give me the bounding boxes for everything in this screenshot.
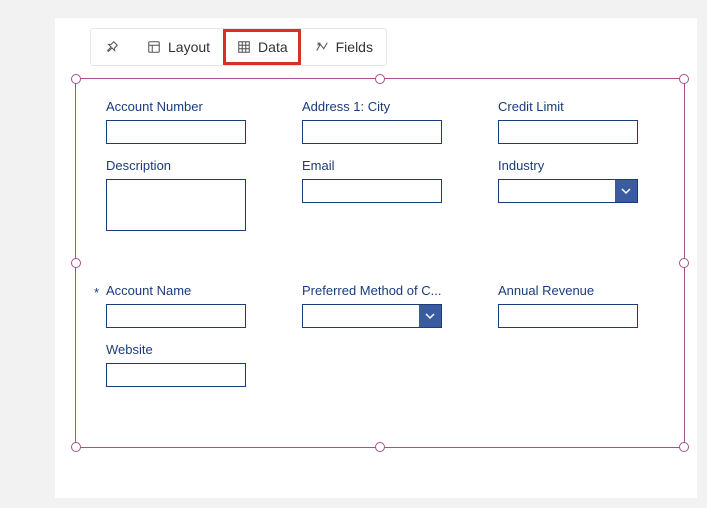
label-credit-limit: Credit Limit	[498, 99, 664, 114]
fields-tab-label: Fields	[336, 39, 373, 55]
input-account-number[interactable]	[106, 120, 246, 144]
field-credit-limit[interactable]: Credit Limit	[498, 99, 664, 144]
label-annual-revenue: Annual Revenue	[498, 283, 664, 298]
data-tab[interactable]: Data	[223, 29, 301, 65]
field-address-city[interactable]: Address 1: City	[302, 99, 468, 144]
select-preferred-method[interactable]	[302, 304, 442, 328]
form-grid: Account Number Address 1: City Credit Li…	[76, 79, 684, 397]
field-account-number[interactable]: Account Number	[106, 99, 272, 144]
chevron-down-icon	[419, 305, 441, 327]
label-account-number: Account Number	[106, 99, 272, 114]
fields-tab[interactable]: Fields	[301, 29, 386, 65]
layout-icon	[146, 39, 162, 55]
field-industry[interactable]: Industry	[498, 158, 664, 231]
input-description[interactable]	[106, 179, 246, 231]
chevron-down-icon	[615, 180, 637, 202]
label-account-name: Account Name	[106, 283, 272, 298]
field-account-name[interactable]: * Account Name	[106, 283, 272, 328]
label-address-city: Address 1: City	[302, 99, 468, 114]
pin-button[interactable]	[91, 29, 133, 65]
field-preferred-method[interactable]: Preferred Method of C...	[302, 283, 468, 328]
field-description[interactable]: Description	[106, 158, 272, 231]
context-toolbar: Layout Data Fields	[90, 28, 387, 66]
resize-handle-bl[interactable]	[71, 442, 81, 452]
resize-handle-bm[interactable]	[375, 442, 385, 452]
data-tab-label: Data	[258, 39, 288, 55]
fields-icon	[314, 39, 330, 55]
select-industry[interactable]	[498, 179, 638, 203]
input-email[interactable]	[302, 179, 442, 203]
input-address-city[interactable]	[302, 120, 442, 144]
label-description: Description	[106, 158, 272, 173]
field-website[interactable]: Website	[106, 342, 272, 387]
layout-tab[interactable]: Layout	[133, 29, 223, 65]
resize-handle-br[interactable]	[679, 442, 689, 452]
label-industry: Industry	[498, 158, 664, 173]
input-account-name[interactable]	[106, 304, 246, 328]
section-gap	[106, 245, 664, 269]
field-email[interactable]: Email	[302, 158, 468, 231]
pin-icon	[104, 39, 120, 55]
label-email: Email	[302, 158, 468, 173]
layout-tab-label: Layout	[168, 39, 210, 55]
required-marker: *	[94, 285, 99, 300]
canvas-area: Layout Data Fields	[55, 18, 697, 498]
input-website[interactable]	[106, 363, 246, 387]
input-annual-revenue[interactable]	[498, 304, 638, 328]
label-preferred-method: Preferred Method of C...	[302, 283, 468, 298]
label-website: Website	[106, 342, 272, 357]
form-selection[interactable]: Account Number Address 1: City Credit Li…	[75, 78, 685, 448]
field-annual-revenue[interactable]: Annual Revenue	[498, 283, 664, 328]
grid-icon	[236, 39, 252, 55]
input-credit-limit[interactable]	[498, 120, 638, 144]
